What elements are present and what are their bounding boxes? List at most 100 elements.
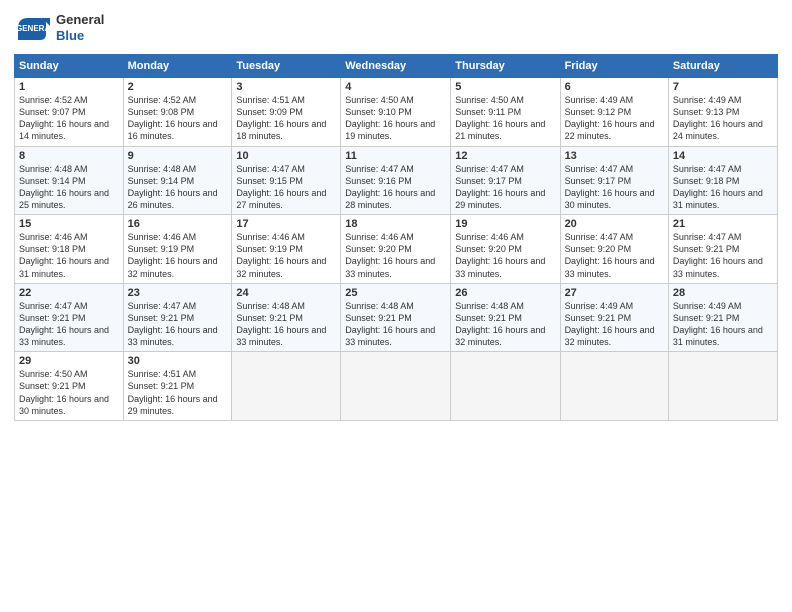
calendar-cell: 12Sunrise: 4:47 AMSunset: 9:17 PMDayligh…	[451, 146, 560, 215]
day-number: 21	[673, 218, 773, 230]
day-number: 29	[19, 355, 119, 367]
day-number: 5	[455, 81, 555, 93]
calendar-cell: 24Sunrise: 4:48 AMSunset: 9:21 PMDayligh…	[232, 283, 341, 352]
calendar-cell: 3Sunrise: 4:51 AMSunset: 9:09 PMDaylight…	[232, 78, 341, 147]
calendar-cell	[232, 352, 341, 421]
col-header-saturday: Saturday	[668, 55, 777, 78]
day-info: Sunrise: 4:50 AMSunset: 9:11 PMDaylight:…	[455, 94, 555, 143]
day-info: Sunrise: 4:47 AMSunset: 9:21 PMDaylight:…	[673, 231, 773, 280]
day-info: Sunrise: 4:46 AMSunset: 9:19 PMDaylight:…	[128, 231, 228, 280]
calendar-table: SundayMondayTuesdayWednesdayThursdayFrid…	[14, 54, 778, 421]
day-number: 8	[19, 150, 119, 162]
day-number: 23	[128, 287, 228, 299]
logo-general-text: General	[56, 12, 104, 28]
day-number: 11	[345, 150, 446, 162]
day-number: 20	[565, 218, 664, 230]
calendar-header-row: SundayMondayTuesdayWednesdayThursdayFrid…	[15, 55, 778, 78]
day-info: Sunrise: 4:48 AMSunset: 9:21 PMDaylight:…	[345, 300, 446, 349]
day-info: Sunrise: 4:49 AMSunset: 9:21 PMDaylight:…	[673, 300, 773, 349]
day-info: Sunrise: 4:47 AMSunset: 9:15 PMDaylight:…	[236, 163, 336, 212]
day-number: 22	[19, 287, 119, 299]
calendar-cell: 21Sunrise: 4:47 AMSunset: 9:21 PMDayligh…	[668, 215, 777, 284]
col-header-friday: Friday	[560, 55, 668, 78]
day-info: Sunrise: 4:51 AMSunset: 9:09 PMDaylight:…	[236, 94, 336, 143]
day-info: Sunrise: 4:46 AMSunset: 9:20 PMDaylight:…	[345, 231, 446, 280]
day-info: Sunrise: 4:48 AMSunset: 9:21 PMDaylight:…	[236, 300, 336, 349]
day-number: 16	[128, 218, 228, 230]
calendar-cell: 27Sunrise: 4:49 AMSunset: 9:21 PMDayligh…	[560, 283, 668, 352]
day-info: Sunrise: 4:47 AMSunset: 9:16 PMDaylight:…	[345, 163, 446, 212]
calendar-cell: 6Sunrise: 4:49 AMSunset: 9:12 PMDaylight…	[560, 78, 668, 147]
calendar-cell: 2Sunrise: 4:52 AMSunset: 9:08 PMDaylight…	[123, 78, 232, 147]
day-number: 25	[345, 287, 446, 299]
day-number: 18	[345, 218, 446, 230]
calendar-cell: 10Sunrise: 4:47 AMSunset: 9:15 PMDayligh…	[232, 146, 341, 215]
logo: GENERAL General Blue	[14, 10, 104, 46]
day-number: 24	[236, 287, 336, 299]
day-info: Sunrise: 4:46 AMSunset: 9:18 PMDaylight:…	[19, 231, 119, 280]
day-info: Sunrise: 4:47 AMSunset: 9:18 PMDaylight:…	[673, 163, 773, 212]
col-header-wednesday: Wednesday	[341, 55, 451, 78]
day-info: Sunrise: 4:48 AMSunset: 9:21 PMDaylight:…	[455, 300, 555, 349]
calendar-cell: 16Sunrise: 4:46 AMSunset: 9:19 PMDayligh…	[123, 215, 232, 284]
calendar-cell: 8Sunrise: 4:48 AMSunset: 9:14 PMDaylight…	[15, 146, 124, 215]
calendar-cell: 19Sunrise: 4:46 AMSunset: 9:20 PMDayligh…	[451, 215, 560, 284]
day-info: Sunrise: 4:47 AMSunset: 9:20 PMDaylight:…	[565, 231, 664, 280]
day-number: 12	[455, 150, 555, 162]
day-number: 14	[673, 150, 773, 162]
calendar-cell: 18Sunrise: 4:46 AMSunset: 9:20 PMDayligh…	[341, 215, 451, 284]
header: GENERAL General Blue	[14, 10, 778, 46]
calendar-cell: 9Sunrise: 4:48 AMSunset: 9:14 PMDaylight…	[123, 146, 232, 215]
day-number: 1	[19, 81, 119, 93]
day-number: 17	[236, 218, 336, 230]
calendar-cell: 13Sunrise: 4:47 AMSunset: 9:17 PMDayligh…	[560, 146, 668, 215]
col-header-tuesday: Tuesday	[232, 55, 341, 78]
calendar-cell: 28Sunrise: 4:49 AMSunset: 9:21 PMDayligh…	[668, 283, 777, 352]
calendar-cell: 17Sunrise: 4:46 AMSunset: 9:19 PMDayligh…	[232, 215, 341, 284]
day-number: 15	[19, 218, 119, 230]
week-row-2: 8Sunrise: 4:48 AMSunset: 9:14 PMDaylight…	[15, 146, 778, 215]
calendar-cell: 23Sunrise: 4:47 AMSunset: 9:21 PMDayligh…	[123, 283, 232, 352]
week-row-3: 15Sunrise: 4:46 AMSunset: 9:18 PMDayligh…	[15, 215, 778, 284]
page: GENERAL General Blue SundayMondayTuesday…	[0, 0, 792, 612]
calendar-cell: 22Sunrise: 4:47 AMSunset: 9:21 PMDayligh…	[15, 283, 124, 352]
calendar-cell: 7Sunrise: 4:49 AMSunset: 9:13 PMDaylight…	[668, 78, 777, 147]
day-info: Sunrise: 4:52 AMSunset: 9:07 PMDaylight:…	[19, 94, 119, 143]
day-number: 3	[236, 81, 336, 93]
week-row-1: 1Sunrise: 4:52 AMSunset: 9:07 PMDaylight…	[15, 78, 778, 147]
day-number: 19	[455, 218, 555, 230]
day-number: 2	[128, 81, 228, 93]
col-header-monday: Monday	[123, 55, 232, 78]
day-info: Sunrise: 4:48 AMSunset: 9:14 PMDaylight:…	[19, 163, 119, 212]
calendar-cell: 25Sunrise: 4:48 AMSunset: 9:21 PMDayligh…	[341, 283, 451, 352]
logo-svg: GENERAL	[14, 10, 50, 46]
calendar-cell: 15Sunrise: 4:46 AMSunset: 9:18 PMDayligh…	[15, 215, 124, 284]
day-number: 28	[673, 287, 773, 299]
col-header-thursday: Thursday	[451, 55, 560, 78]
calendar-cell	[668, 352, 777, 421]
day-number: 7	[673, 81, 773, 93]
day-number: 30	[128, 355, 228, 367]
calendar-cell	[451, 352, 560, 421]
day-info: Sunrise: 4:49 AMSunset: 9:13 PMDaylight:…	[673, 94, 773, 143]
calendar-cell: 20Sunrise: 4:47 AMSunset: 9:20 PMDayligh…	[560, 215, 668, 284]
day-number: 6	[565, 81, 664, 93]
calendar-cell: 1Sunrise: 4:52 AMSunset: 9:07 PMDaylight…	[15, 78, 124, 147]
calendar-cell: 4Sunrise: 4:50 AMSunset: 9:10 PMDaylight…	[341, 78, 451, 147]
day-info: Sunrise: 4:49 AMSunset: 9:12 PMDaylight:…	[565, 94, 664, 143]
day-info: Sunrise: 4:51 AMSunset: 9:21 PMDaylight:…	[128, 368, 228, 417]
day-info: Sunrise: 4:52 AMSunset: 9:08 PMDaylight:…	[128, 94, 228, 143]
calendar-cell: 30Sunrise: 4:51 AMSunset: 9:21 PMDayligh…	[123, 352, 232, 421]
day-info: Sunrise: 4:50 AMSunset: 9:10 PMDaylight:…	[345, 94, 446, 143]
svg-text:GENERAL: GENERAL	[16, 24, 50, 33]
week-row-4: 22Sunrise: 4:47 AMSunset: 9:21 PMDayligh…	[15, 283, 778, 352]
week-row-5: 29Sunrise: 4:50 AMSunset: 9:21 PMDayligh…	[15, 352, 778, 421]
logo-blue-text: Blue	[56, 28, 104, 44]
col-header-sunday: Sunday	[15, 55, 124, 78]
calendar-cell	[341, 352, 451, 421]
day-info: Sunrise: 4:48 AMSunset: 9:14 PMDaylight:…	[128, 163, 228, 212]
day-info: Sunrise: 4:47 AMSunset: 9:21 PMDaylight:…	[128, 300, 228, 349]
day-info: Sunrise: 4:47 AMSunset: 9:21 PMDaylight:…	[19, 300, 119, 349]
calendar-cell: 29Sunrise: 4:50 AMSunset: 9:21 PMDayligh…	[15, 352, 124, 421]
calendar-cell: 14Sunrise: 4:47 AMSunset: 9:18 PMDayligh…	[668, 146, 777, 215]
